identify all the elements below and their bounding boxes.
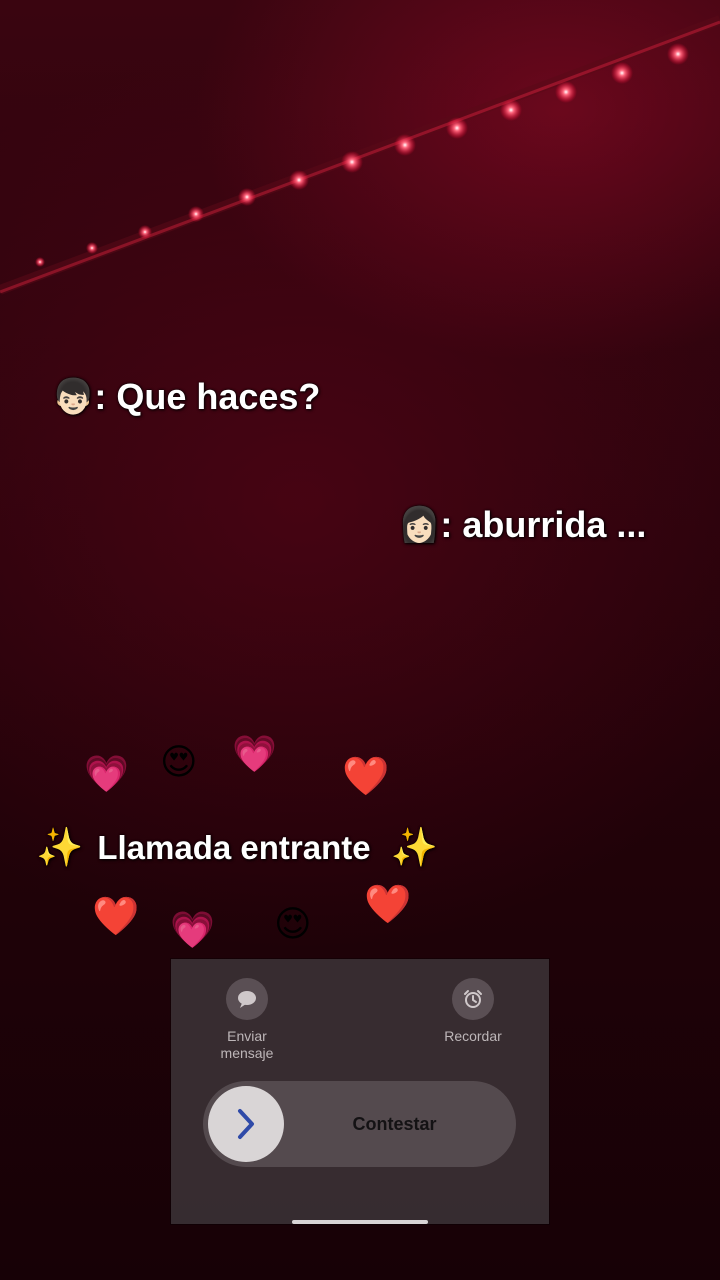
answer-label: Contestar: [352, 1113, 437, 1134]
girl-message-text: : aburrida ...: [440, 504, 647, 545]
led-light: [86, 242, 98, 254]
incoming-call-panel: Enviar mensaje Recordar Contestar: [171, 959, 549, 1224]
led-light: [555, 81, 577, 103]
slide-to-answer-handle[interactable]: [208, 1086, 284, 1162]
red-heart-emoji: ❤️: [92, 896, 140, 938]
pink-heart-emoji: 💗: [84, 753, 129, 794]
sparkles-emoji: ✨: [390, 827, 438, 869]
red-heart-emoji: ❤️: [364, 884, 412, 926]
led-light: [611, 62, 633, 84]
remind-me-button[interactable]: Recordar: [428, 978, 518, 1045]
boy-avatar-emoji: 👦🏻: [52, 378, 95, 416]
led-light: [394, 134, 416, 156]
alarm-clock-icon: [452, 978, 494, 1020]
boy-message-text: : Que haces?: [94, 376, 321, 417]
sparkles-emoji: ✨: [36, 827, 84, 869]
chat-line-boy: 👦🏻 : Que haces?: [52, 376, 320, 418]
speech-bubble-icon: [226, 978, 268, 1020]
led-light: [667, 43, 689, 65]
girl-avatar-emoji: 👩🏻: [398, 506, 441, 544]
led-light: [138, 225, 152, 239]
incoming-call-title: ✨ Llamada entrante ✨: [36, 826, 438, 870]
send-message-button[interactable]: Enviar mensaje: [202, 978, 292, 1062]
led-strip-lights: [0, 15, 720, 295]
led-light: [289, 170, 309, 190]
pink-heart-emoji: 💗: [170, 909, 215, 950]
heart-eyes-emoji: 😍: [160, 741, 198, 782]
led-light: [446, 117, 468, 139]
heart-eyes-emoji: 😍: [274, 903, 312, 944]
led-light: [341, 151, 363, 173]
home-indicator[interactable]: [292, 1220, 428, 1224]
red-heart-emoji: ❤️: [342, 756, 390, 798]
slide-to-answer-track[interactable]: Contestar: [203, 1081, 516, 1167]
chevron-right-icon: [238, 1109, 254, 1139]
pink-heart-emoji: 💗: [232, 733, 277, 774]
incoming-call-text: Llamada entrante: [97, 829, 371, 866]
send-message-label-line2: mensaje: [220, 1045, 274, 1061]
chat-line-girl: 👩🏻 : aburrida ...: [398, 504, 646, 546]
remind-me-label: Recordar: [444, 1028, 502, 1044]
send-message-label-line1: Enviar: [227, 1028, 267, 1044]
led-light: [188, 206, 204, 222]
led-light: [35, 257, 45, 267]
led-light: [238, 188, 256, 206]
led-light: [500, 99, 522, 121]
